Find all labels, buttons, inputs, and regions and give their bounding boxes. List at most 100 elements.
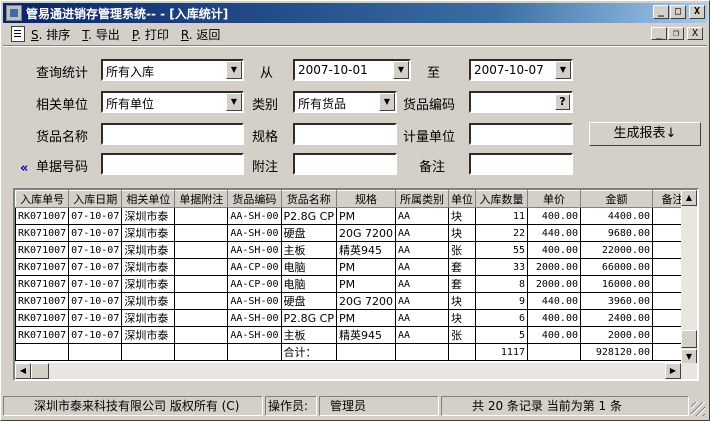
vertical-scroll-thumb[interactable] bbox=[681, 330, 697, 348]
table-cell: 硬盘 bbox=[280, 224, 337, 242]
status-operator-value: 管理员 bbox=[319, 396, 439, 416]
menu-bar: S. 排序 T. 导出 P. 打印 R. 返回 _ ❐ X bbox=[3, 24, 707, 44]
table-cell: 套 bbox=[448, 275, 476, 293]
table-row[interactable]: RK071007 07-10-07 深圳市泰 AA-CP-00 电脑 PM AA 套 8 2000… bbox=[15, 275, 693, 293]
measure-input[interactable] bbox=[469, 123, 573, 145]
scroll-left-icon[interactable]: ◀ bbox=[15, 363, 31, 379]
spec-label: 规格 bbox=[252, 130, 279, 145]
horizontal-scrollbar[interactable]: ◀ ▶ bbox=[15, 363, 697, 379]
dropdown-arrow-icon[interactable]: ▼ bbox=[379, 93, 395, 111]
mdi-close-button[interactable]: X bbox=[687, 27, 703, 40]
generate-report-button[interactable]: 生成报表↓ bbox=[589, 122, 701, 146]
query-select[interactable]: 所有入库 ▼ bbox=[101, 59, 244, 81]
vertical-scrollbar[interactable]: ▲ ▼ bbox=[681, 190, 697, 365]
table-row[interactable]: RK071007 07-10-07 深圳市泰 AA-SH-00 主板 精英945 AA 张 55… bbox=[15, 241, 693, 259]
menu-export[interactable]: T. 导出 bbox=[82, 26, 120, 43]
docno-label: 单据号码 bbox=[36, 160, 89, 175]
table-cell bbox=[15, 343, 70, 361]
filter-panel: 查询统计 所有入库 ▼ 从 2007-10-01 ▼ 至 2007-10-07 ▼ 相… bbox=[9, 49, 703, 181]
note-label: 附注 bbox=[252, 160, 279, 175]
scroll-right-icon[interactable]: ▶ bbox=[665, 363, 681, 379]
table-cell bbox=[227, 343, 282, 361]
table-cell: 07-10-07 bbox=[68, 224, 123, 242]
table-cell: AA-SH-00 bbox=[227, 326, 282, 344]
category-label: 类别 bbox=[252, 98, 279, 113]
table-cell: 深圳市泰 bbox=[121, 224, 176, 242]
code-lookup-button[interactable]: ? bbox=[555, 94, 570, 110]
resize-grip-icon[interactable] bbox=[691, 402, 705, 416]
table-cell: RK071007 bbox=[15, 224, 70, 242]
table-row[interactable]: RK071007 07-10-07 深圳市泰 AA-CP-00 电脑 PM AA 套 33 200… bbox=[15, 258, 693, 276]
column-header[interactable]: 相关单位 bbox=[121, 190, 176, 208]
column-header[interactable]: 金额 bbox=[580, 190, 653, 208]
table-row[interactable]: RK071007 07-10-07 深圳市泰 AA-SH-00 硬盘 20G 7200 AA… bbox=[15, 292, 693, 310]
mdi-minimize-button[interactable]: _ bbox=[651, 27, 667, 40]
unit-select[interactable]: 所有单位 ▼ bbox=[101, 91, 244, 113]
column-header[interactable]: 货品编码 bbox=[227, 190, 282, 208]
dropdown-arrow-icon[interactable]: ▼ bbox=[555, 61, 571, 79]
menu-print[interactable]: P. 打印 bbox=[132, 26, 169, 43]
table-cell: 深圳市泰 bbox=[121, 241, 176, 259]
column-header[interactable]: 所属类别 bbox=[395, 190, 449, 208]
table-row[interactable]: RK071007 07-10-07 深圳市泰 AA-SH-00 硬盘 20G 7200 AA… bbox=[15, 224, 693, 242]
table-row[interactable]: RK071007 07-10-07 深圳市泰 AA-SH-00 P2.8G CP PM AA… bbox=[15, 309, 693, 327]
column-header[interactable]: 货品名称 bbox=[280, 190, 337, 208]
table-cell: 块 bbox=[448, 292, 476, 310]
menu-separator bbox=[3, 45, 707, 47]
table-cell: 张 bbox=[448, 241, 476, 259]
column-header[interactable]: 单据附注 bbox=[174, 190, 229, 208]
table-cell bbox=[174, 207, 229, 225]
minimize-button[interactable]: _ bbox=[653, 5, 669, 19]
column-header[interactable]: 入库数量 bbox=[475, 190, 528, 208]
table-cell: RK071007 bbox=[15, 258, 70, 276]
column-header[interactable]: 单位 bbox=[448, 190, 476, 208]
table-cell: 块 bbox=[448, 207, 476, 225]
table-cell: AA bbox=[395, 241, 449, 259]
table-cell: 22 bbox=[475, 224, 528, 242]
menu-sort[interactable]: S. 排序 bbox=[31, 26, 70, 43]
maximize-button[interactable]: □ bbox=[670, 5, 686, 19]
table-cell: RK071007 bbox=[15, 241, 70, 259]
table-cell bbox=[335, 343, 397, 361]
table-cell: 块 bbox=[448, 309, 476, 327]
dropdown-arrow-icon[interactable]: ▼ bbox=[393, 61, 409, 79]
table-cell: 套 bbox=[448, 258, 476, 276]
measure-label: 计量单位 bbox=[403, 130, 456, 145]
table-cell: PM bbox=[335, 275, 397, 293]
collapse-icon[interactable]: « bbox=[20, 161, 28, 176]
total-amount: 928120.00 bbox=[580, 343, 653, 361]
status-bar: 深圳市泰来科技有限公司 版权所有 (C) 操作员: 管理员 共 20 条记录 当… bbox=[3, 396, 707, 418]
table-cell bbox=[527, 343, 581, 361]
from-date-picker[interactable]: 2007-10-01 ▼ bbox=[293, 59, 411, 81]
spec-input[interactable] bbox=[293, 123, 397, 145]
dropdown-arrow-icon[interactable]: ▼ bbox=[226, 61, 242, 79]
table-cell: 精英945 bbox=[335, 241, 397, 259]
column-header[interactable]: 入库单号 bbox=[15, 190, 70, 208]
table-row[interactable]: RK071007 07-10-07 深圳市泰 AA-SH-00 P2.8G CP PM AA… bbox=[15, 207, 693, 225]
remark-input[interactable] bbox=[469, 153, 573, 175]
dropdown-arrow-icon[interactable]: ▼ bbox=[226, 93, 242, 111]
code-input[interactable]: ? bbox=[469, 91, 573, 113]
table-cell: 07-10-07 bbox=[68, 241, 123, 259]
category-select[interactable]: 所有货品 ▼ bbox=[293, 91, 397, 113]
table-row[interactable]: RK071007 07-10-07 深圳市泰 AA-SH-00 主板 精英945 AA 张 5 4… bbox=[15, 326, 693, 344]
horizontal-scroll-thumb[interactable] bbox=[31, 363, 49, 379]
docno-input[interactable] bbox=[101, 153, 244, 175]
name-input[interactable] bbox=[101, 123, 244, 145]
remark-label: 备注 bbox=[419, 160, 446, 175]
mdi-restore-button[interactable]: ❐ bbox=[668, 27, 684, 40]
column-header[interactable]: 入库日期 bbox=[68, 190, 123, 208]
note-input[interactable] bbox=[293, 153, 397, 175]
table-cell: 2000.00 bbox=[580, 326, 653, 344]
column-header[interactable]: 单价 bbox=[527, 190, 581, 208]
table-cell bbox=[395, 343, 449, 361]
close-button[interactable]: X bbox=[689, 5, 705, 19]
menu-return[interactable]: R. 返回 bbox=[181, 26, 221, 43]
caption-buttons: _ □ X bbox=[652, 5, 705, 19]
mdi-caption-buttons: _ ❐ X bbox=[650, 27, 703, 40]
scroll-up-icon[interactable]: ▲ bbox=[681, 190, 697, 206]
to-date-picker[interactable]: 2007-10-07 ▼ bbox=[469, 59, 573, 81]
column-header[interactable]: 规格 bbox=[335, 190, 397, 208]
data-grid[interactable]: 入库单号 入库日期 相关单位 单据附注 货品编码 货品名称 规格 所属类别 单位 入库数量 单价 金额… bbox=[13, 188, 699, 381]
table-cell: 2000.00 bbox=[527, 275, 581, 293]
